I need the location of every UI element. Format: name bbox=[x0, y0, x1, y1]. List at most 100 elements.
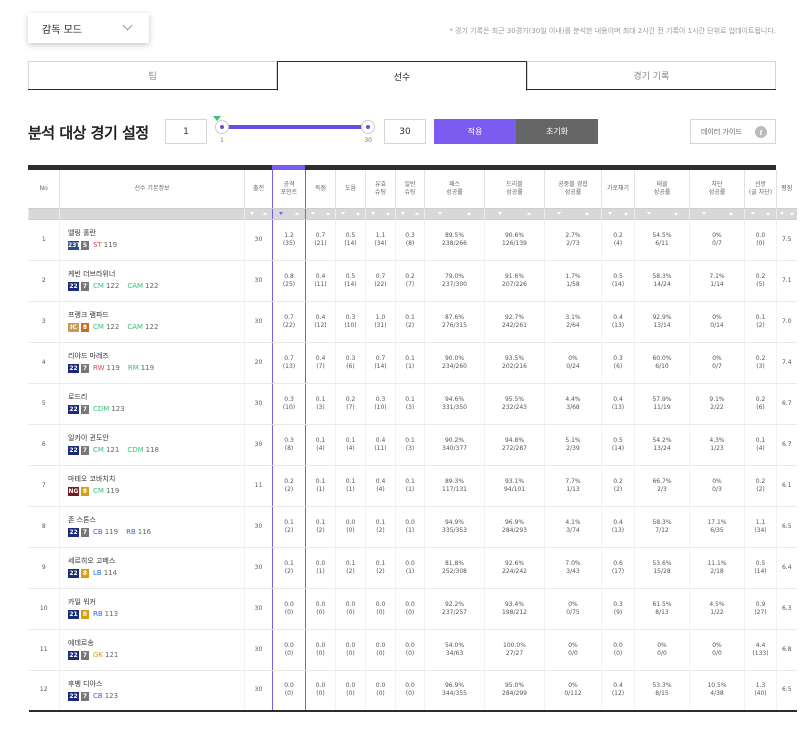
sort-desc-icon[interactable] bbox=[341, 212, 346, 215]
column-header[interactable]: 일반 슈팅 bbox=[395, 170, 425, 209]
sort-desc-icon[interactable] bbox=[701, 212, 706, 215]
tab-player[interactable]: 선수 bbox=[277, 61, 527, 91]
player-info[interactable]: 마테오 코바치치 NG 8 CM 119 bbox=[59, 465, 245, 507]
sort-desc-icon[interactable] bbox=[437, 212, 442, 215]
player-name[interactable]: 케빈 더브라위너 bbox=[68, 270, 244, 279]
sort-asc-icon[interactable] bbox=[263, 212, 268, 215]
slider-min-handle[interactable] bbox=[213, 116, 229, 134]
player-name[interactable]: 마테오 코바치치 bbox=[68, 475, 244, 484]
player-name[interactable]: 로드리 bbox=[68, 393, 244, 402]
column-header[interactable]: 선방 (골 차단) bbox=[744, 170, 777, 209]
table-row[interactable]: 4 리야드 마레즈 22 7 RW 119 RM 119 20 0.7 (13) 0.4 (7) 0.3(… bbox=[28, 342, 797, 384]
sort-desc-icon[interactable] bbox=[750, 212, 755, 215]
player-name[interactable]: 일카이 귄도안 bbox=[68, 434, 244, 443]
sort-asc-icon[interactable] bbox=[385, 212, 390, 215]
sort-desc-icon[interactable] bbox=[497, 212, 502, 215]
sort-controls bbox=[395, 208, 425, 220]
sort-desc-icon[interactable] bbox=[646, 212, 651, 215]
table-row[interactable]: 5 로드리 22 7 CDM 123 30 0.3 (10) 0.1 (3) 0.2 (7) 0.3 (10… bbox=[28, 383, 797, 425]
stat-aerial: 4.1% 3/74 bbox=[544, 506, 602, 548]
column-header[interactable]: 태클 성공률 bbox=[634, 170, 690, 209]
player-name[interactable]: 존 스톤스 bbox=[68, 516, 244, 525]
column-header[interactable]: 공중볼 경합 성공률 bbox=[544, 170, 602, 209]
tab-team[interactable]: 팀 bbox=[28, 61, 278, 89]
sort-asc-icon[interactable] bbox=[624, 212, 628, 215]
player-info[interactable]: 로드리 22 7 CDM 123 bbox=[59, 383, 245, 425]
rating: 6.5 bbox=[776, 670, 797, 712]
table-row[interactable]: 9 세르히오 고메스 22 8 LB 114 30 0.1 (2) 0.0 (1) 0.1 (2) 0.1… bbox=[28, 547, 797, 589]
player-info[interactable]: 카일 워커 21 8 RB 113 bbox=[59, 588, 245, 630]
sort-desc-icon[interactable] bbox=[279, 212, 283, 215]
stat-detail: (4) bbox=[756, 444, 765, 452]
player-name[interactable]: 리야드 마레즈 bbox=[68, 352, 244, 361]
sort-asc-icon[interactable] bbox=[415, 212, 419, 215]
player-info[interactable]: 리야드 마레즈 22 7 RW 119 RM 119 bbox=[59, 342, 245, 384]
sort-desc-icon[interactable] bbox=[401, 212, 405, 215]
column-header[interactable]: 패스 성공률 bbox=[424, 170, 485, 209]
data-guide-button[interactable]: 데이터 가이드 i bbox=[690, 119, 776, 144]
stat-detail: (4) bbox=[376, 485, 385, 493]
apply-button[interactable]: 적용 bbox=[434, 119, 516, 144]
player-name[interactable]: 후벵 디아스 bbox=[68, 680, 244, 689]
sort-asc-icon[interactable] bbox=[467, 212, 472, 215]
player-name[interactable]: 에데르송 bbox=[68, 639, 244, 648]
column-header[interactable]: 평점 bbox=[776, 170, 797, 209]
sort-asc-icon[interactable] bbox=[766, 212, 771, 215]
column-header[interactable]: 득점 bbox=[305, 170, 336, 209]
player-info[interactable]: 에데르송 22 7 GK 121 bbox=[59, 629, 245, 671]
column-header[interactable]: 드리블 성공률 bbox=[484, 170, 545, 209]
sort-desc-icon[interactable] bbox=[779, 212, 784, 215]
column-header[interactable]: 가로채기 bbox=[601, 170, 635, 209]
sort-asc-icon[interactable] bbox=[355, 212, 360, 215]
min-games-input[interactable]: 1 bbox=[165, 119, 207, 144]
column-header[interactable]: 유효 슈팅 bbox=[365, 170, 396, 209]
player-info[interactable]: 엘링 홀란 23TY 5 ST 119 bbox=[59, 219, 245, 261]
player-name[interactable]: 카일 워커 bbox=[68, 598, 244, 607]
table-row[interactable]: 12 후벵 디아스 22 7 CB 123 30 0.0 (0) 0.0 (0) 0.0 (0) 0.0(… bbox=[28, 670, 797, 712]
player-tags: 22 7 CB 119 RB 116 bbox=[68, 528, 244, 538]
table-row[interactable]: 8존 스톤스 22 7 CB 119 RB 116 30 0.1 (2) 0.1 (2) 0.0 (0) 0… bbox=[28, 506, 797, 548]
sort-asc-icon[interactable] bbox=[527, 212, 532, 215]
column-header[interactable]: 선수 기본정보 bbox=[59, 170, 245, 209]
games-range-slider[interactable]: 1 30 bbox=[213, 116, 375, 148]
column-header[interactable]: 공격 포인트 bbox=[272, 170, 306, 209]
table-row[interactable]: 11 에데르송 22 7 GK 121 30 0.0 (0) 0.0 (0) 0.0 (0) 0.0 (0)… bbox=[28, 629, 797, 671]
max-games-input[interactable]: 30 bbox=[384, 119, 426, 144]
stat-value: 100.0% bbox=[503, 641, 526, 649]
table-row[interactable]: 3 프랭크 램파드 IC 8 CM 122 CAM 122 30 0.7 (22) 0.4 (12) 0.… bbox=[28, 301, 797, 343]
player-info[interactable]: 존 스톤스 22 7 CB 119 RB 116 bbox=[59, 506, 245, 548]
player-name[interactable]: 엘링 홀란 bbox=[68, 229, 244, 238]
mode-select[interactable]: 감독 모드 bbox=[28, 13, 149, 43]
sort-desc-icon[interactable] bbox=[311, 212, 316, 215]
sort-desc-icon[interactable] bbox=[608, 212, 612, 215]
sort-asc-icon[interactable] bbox=[295, 212, 299, 215]
sort-asc-icon[interactable] bbox=[673, 212, 678, 215]
sort-asc-icon[interactable] bbox=[325, 212, 330, 215]
table-row[interactable]: 7 마테오 코바치치 NG 8 CM 119 11 0.2 (2) 0.1 (1) 0.1 (1) 0.4… bbox=[28, 465, 797, 507]
player-info[interactable]: 케빈 더브라위너 22 7 CM 122 CAM 122 bbox=[59, 260, 245, 302]
sort-desc-icon[interactable] bbox=[249, 212, 254, 215]
player-info[interactable]: 프랭크 램파드 IC 8 CM 122 CAM 122 bbox=[59, 301, 245, 343]
table-row[interactable]: 6 일카이 귄도안 22 7 CM 121 CDM 118 30 0.3 (8) 0.1 (4) 0.1(… bbox=[28, 424, 797, 466]
column-header[interactable]: No bbox=[28, 170, 60, 209]
player-info[interactable]: 세르히오 고메스 22 8 LB 114 bbox=[59, 547, 245, 589]
slider-max-handle[interactable] bbox=[361, 120, 375, 134]
sort-desc-icon[interactable] bbox=[371, 212, 376, 215]
sort-asc-icon[interactable] bbox=[728, 212, 733, 215]
sort-desc-icon[interactable] bbox=[557, 212, 561, 215]
player-name[interactable]: 세르히오 고메스 bbox=[68, 557, 244, 566]
sort-asc-icon[interactable] bbox=[585, 212, 589, 215]
tab-match-record[interactable]: 경기 기록 bbox=[526, 61, 776, 89]
player-info[interactable]: 후벵 디아스 22 7 CB 123 bbox=[59, 670, 245, 712]
player-info[interactable]: 일카이 귄도안 22 7 CM 121 CDM 118 bbox=[59, 424, 245, 466]
column-header[interactable]: 출전 bbox=[244, 170, 273, 209]
column-header[interactable]: 도움 bbox=[335, 170, 366, 209]
stat-detail: 6/11 bbox=[655, 239, 669, 247]
table-row[interactable]: 1 엘링 홀란 23TY 5 ST 119 30 1.2 (35) 0.7 (21) 0.5 (14) 1… bbox=[28, 219, 797, 261]
sort-asc-icon[interactable] bbox=[789, 212, 794, 215]
column-header[interactable]: 차단 성공률 bbox=[689, 170, 745, 209]
table-row[interactable]: 2 케빈 더브라위너 22 7 CM 122 CAM 122 30 0.8 (25) 0.4 (11) 0… bbox=[28, 260, 797, 302]
table-row[interactable]: 10 카일 워커 21 8 RB 113 30 0.0 (0) 0.0 (0) 0.0 (0) 0.0 (0… bbox=[28, 588, 797, 630]
player-name[interactable]: 프랭크 램파드 bbox=[68, 311, 244, 320]
reset-button[interactable]: 초기화 bbox=[516, 119, 598, 144]
